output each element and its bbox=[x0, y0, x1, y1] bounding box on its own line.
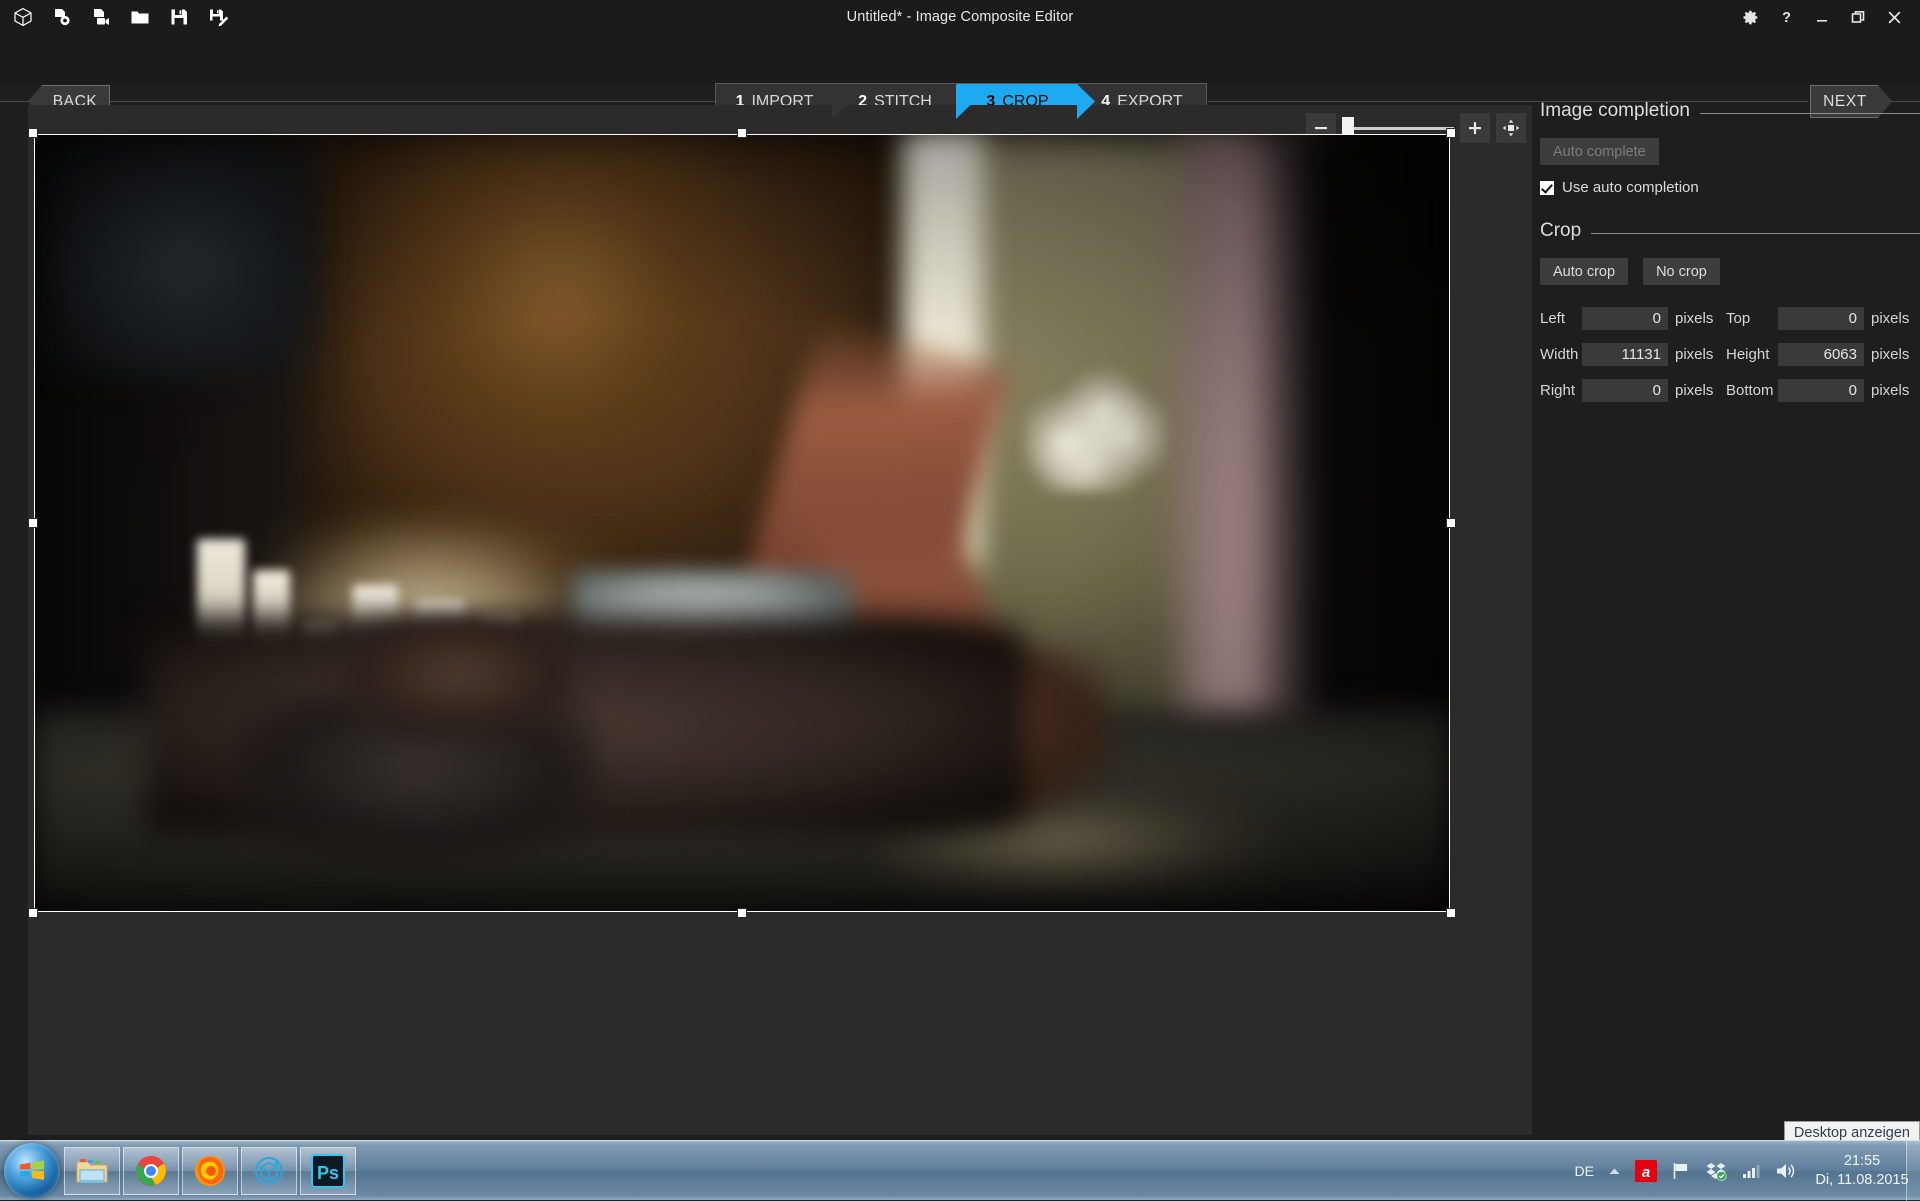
crop-fields-grid: Left 0 pixels Top 0 pixels Width 11131 p… bbox=[1540, 307, 1920, 402]
crop-width-label: Width bbox=[1540, 346, 1579, 363]
crop-top-label: Top bbox=[1726, 310, 1751, 327]
auto-complete-label: Auto complete bbox=[1553, 143, 1646, 160]
crop-bottom-unit: pixels bbox=[1871, 382, 1910, 399]
crop-right-input[interactable]: 0 bbox=[1582, 379, 1668, 402]
start-button[interactable] bbox=[4, 1143, 60, 1199]
crop-left-input[interactable]: 0 bbox=[1582, 307, 1668, 330]
crop-width-unit: pixels bbox=[1675, 346, 1714, 363]
taskbar-item-firefox[interactable] bbox=[182, 1147, 238, 1195]
wizard-step-bar: BACK 1 IMPORT 2 STITCH 3 CROP 4 EXPORT N… bbox=[0, 34, 1920, 120]
network-icon[interactable] bbox=[1734, 1162, 1768, 1180]
crop-section-header: Crop bbox=[1540, 220, 1920, 242]
tray-language-indicator[interactable]: DE bbox=[1568, 1163, 1601, 1179]
close-icon[interactable] bbox=[1876, 2, 1912, 32]
svg-text:Ps: Ps bbox=[317, 1163, 339, 1183]
maximize-icon[interactable] bbox=[1840, 2, 1876, 32]
settings-gear-icon[interactable] bbox=[1732, 2, 1768, 32]
section-divider bbox=[1591, 232, 1920, 234]
crop-bottom-input[interactable]: 0 bbox=[1778, 379, 1864, 402]
crop-top-unit: pixels bbox=[1871, 310, 1910, 327]
system-tray: DE a 21:55 Di, 11.08.2015 bbox=[1568, 1141, 1920, 1201]
use-auto-completion-checkbox[interactable]: Use auto completion bbox=[1540, 179, 1920, 196]
crop-handle-middle-left[interactable] bbox=[28, 518, 38, 528]
auto-crop-button[interactable]: Auto crop bbox=[1540, 258, 1629, 285]
crop-bottom-label: Bottom bbox=[1726, 382, 1774, 399]
windows-taskbar: Ps DE a 21:55 Di, 11.08.2015 bbox=[0, 1140, 1920, 1201]
svg-text:?: ? bbox=[1782, 10, 1791, 26]
action-center-flag-icon[interactable] bbox=[1664, 1161, 1698, 1181]
crop-handle-bottom-right[interactable] bbox=[1446, 908, 1456, 918]
crop-buttons-row: Auto crop No crop bbox=[1540, 258, 1920, 285]
step-chevron-icon bbox=[956, 84, 974, 119]
taskbar-item-ice[interactable] bbox=[241, 1147, 297, 1195]
taskbar-item-explorer[interactable] bbox=[64, 1147, 120, 1195]
window-title: Untitled* - Image Composite Editor bbox=[846, 9, 1074, 25]
help-icon[interactable]: ? bbox=[1768, 2, 1804, 32]
rule-mid-left bbox=[110, 101, 715, 102]
no-crop-label: No crop bbox=[1656, 263, 1707, 280]
clock-time: 21:55 bbox=[1843, 1153, 1881, 1169]
window-controls: ? bbox=[1732, 0, 1912, 34]
crop-right-label: Right bbox=[1540, 382, 1576, 399]
fit-to-window-button[interactable] bbox=[1496, 113, 1526, 143]
use-auto-completion-label: Use auto completion bbox=[1562, 179, 1699, 196]
minimize-icon[interactable] bbox=[1804, 2, 1840, 32]
crop-right-unit: pixels bbox=[1675, 382, 1714, 399]
step-chevron-icon bbox=[1077, 84, 1095, 119]
show-desktop-button[interactable] bbox=[1906, 1141, 1920, 1201]
auto-complete-button[interactable]: Auto complete bbox=[1540, 138, 1659, 165]
taskbar-item-chrome[interactable] bbox=[123, 1147, 179, 1195]
settings-panel: Image completion Auto complete Use auto … bbox=[1540, 100, 1920, 1140]
image-completion-section-header: Image completion bbox=[1540, 100, 1920, 122]
volume-icon[interactable] bbox=[1768, 1161, 1804, 1181]
crop-handle-top-right[interactable] bbox=[1446, 128, 1456, 138]
crop-handle-bottom-left[interactable] bbox=[28, 908, 38, 918]
image-completion-title: Image completion bbox=[1540, 100, 1690, 121]
crop-top-input[interactable]: 0 bbox=[1778, 307, 1864, 330]
clock-date: Di, 11.08.2015 bbox=[1815, 1172, 1909, 1188]
crop-left-label: Left bbox=[1540, 310, 1566, 327]
crop-width-input[interactable]: 11131 bbox=[1582, 343, 1668, 366]
svg-text:a: a bbox=[1642, 1164, 1650, 1181]
dropbox-icon[interactable] bbox=[1698, 1160, 1734, 1182]
windows-logo-icon bbox=[17, 1156, 47, 1186]
checkbox-checked-icon bbox=[1540, 180, 1554, 195]
step-chevron-icon bbox=[832, 84, 850, 119]
crop-height-input[interactable]: 6063 bbox=[1778, 343, 1864, 366]
no-crop-button[interactable]: No crop bbox=[1643, 258, 1720, 285]
taskbar-item-photoshop[interactable]: Ps bbox=[300, 1147, 356, 1195]
auto-crop-label: Auto crop bbox=[1553, 263, 1616, 280]
avira-icon[interactable]: a bbox=[1628, 1160, 1664, 1182]
title-bar: Untitled* - Image Composite Editor ? bbox=[0, 0, 1920, 34]
panorama-preview[interactable] bbox=[28, 128, 1456, 918]
zoom-in-button[interactable] bbox=[1460, 113, 1490, 143]
crop-title: Crop bbox=[1540, 220, 1582, 241]
crop-height-label: Height bbox=[1726, 346, 1770, 363]
crop-left-unit: pixels bbox=[1675, 310, 1714, 327]
crop-handle-top-center[interactable] bbox=[737, 128, 747, 138]
crop-handle-bottom-center[interactable] bbox=[737, 908, 747, 918]
tray-language-label: DE bbox=[1574, 1163, 1594, 1179]
image-composite-editor-window: Untitled* - Image Composite Editor ? BAC… bbox=[0, 0, 1920, 1140]
tray-show-hidden-icons-button[interactable] bbox=[1601, 1165, 1628, 1178]
taskbar-clock[interactable]: 21:55 Di, 11.08.2015 bbox=[1804, 1152, 1920, 1190]
section-divider bbox=[1699, 112, 1920, 114]
zoom-slider-track bbox=[1342, 126, 1454, 130]
panorama-image bbox=[34, 134, 1450, 912]
crop-handle-middle-right[interactable] bbox=[1446, 518, 1456, 528]
crop-height-unit: pixels bbox=[1871, 346, 1910, 363]
crop-handle-top-left[interactable] bbox=[28, 128, 38, 138]
